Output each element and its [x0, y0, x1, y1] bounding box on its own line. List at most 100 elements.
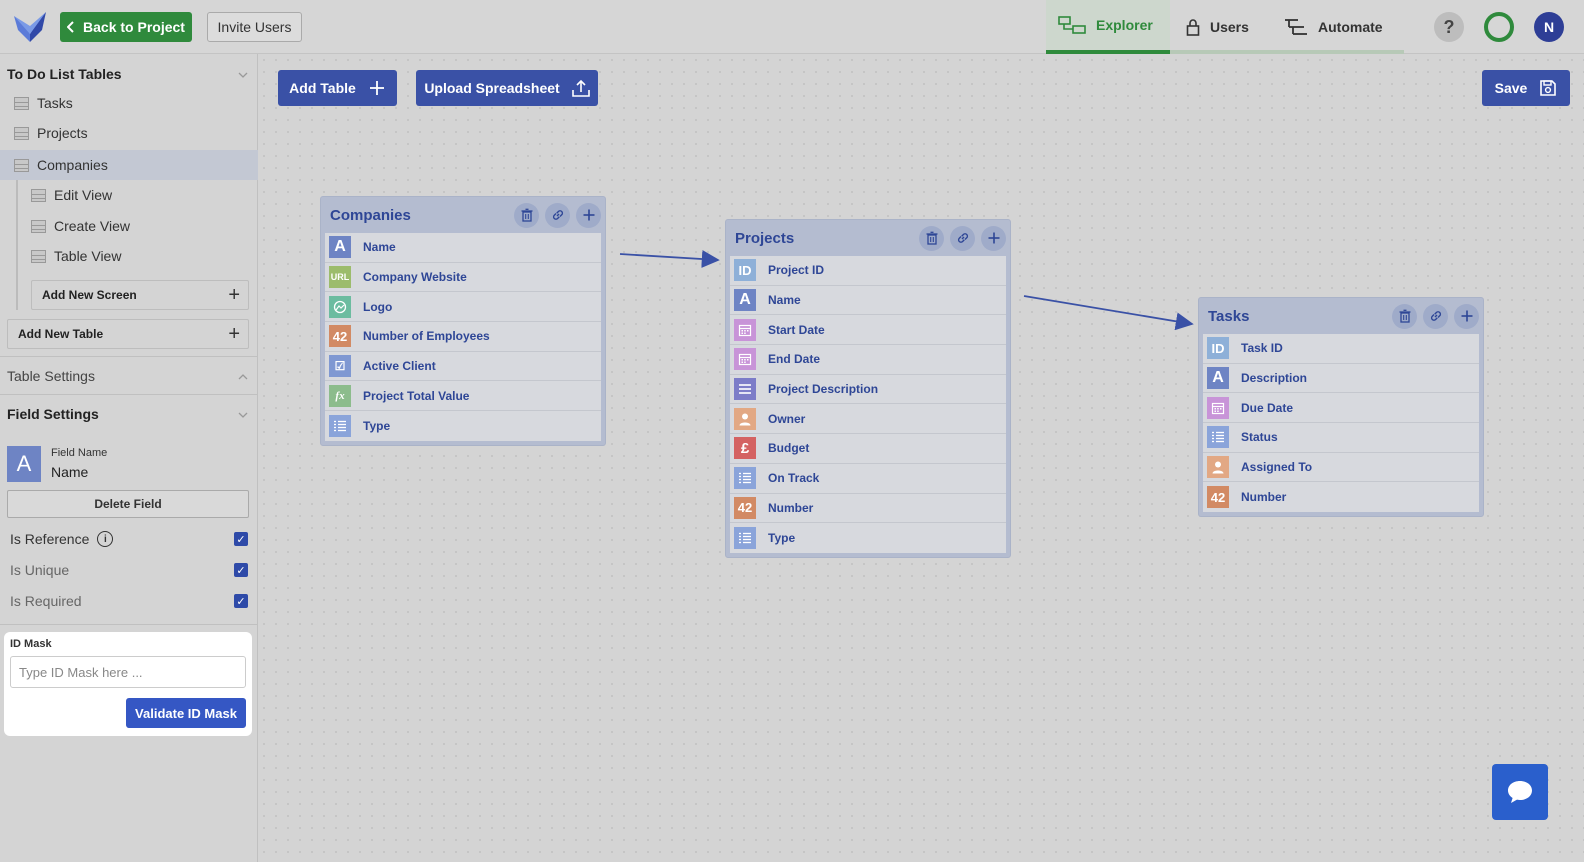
chevron-down-icon[interactable] — [238, 70, 248, 80]
field-row[interactable]: ☑ Active Client — [325, 352, 601, 382]
field-name: Budget — [768, 441, 810, 456]
field-row[interactable]: A Name — [325, 233, 601, 263]
field-row[interactable]: URL Company Website — [325, 263, 601, 293]
sidebar-item-table-view[interactable]: Table View — [0, 241, 258, 271]
chevron-up-icon[interactable] — [238, 372, 248, 382]
app-logo[interactable] — [14, 12, 46, 42]
sidebar-item-companies[interactable]: Companies — [0, 150, 258, 180]
avatar[interactable]: N — [1534, 12, 1564, 42]
field-row[interactable]: Logo — [325, 292, 601, 323]
table-card-title: Projects — [735, 229, 795, 247]
table-card-header[interactable]: Projects — [730, 220, 1006, 256]
field-row[interactable]: Type — [730, 523, 1006, 553]
tab-explorer[interactable]: Explorer — [1046, 0, 1170, 54]
sidebar: To Do List Tables Tasks Projects Compani… — [0, 54, 258, 862]
field-row[interactable]: ID Project ID — [730, 256, 1006, 286]
is-reference-label: Is Reference — [10, 531, 90, 547]
validate-id-mask-button[interactable]: Validate ID Mask — [126, 698, 246, 728]
tab-users[interactable]: Users — [1186, 0, 1276, 54]
field-name: Project Description — [768, 382, 879, 397]
tab-explorer-label: Explorer — [1096, 17, 1153, 33]
sidebar-item-create-view[interactable]: Create View — [0, 211, 258, 241]
chat-button[interactable] — [1492, 764, 1548, 820]
delete-table-button[interactable] — [1392, 303, 1417, 329]
sidebar-item-label: Companies — [37, 157, 108, 173]
table-card-tasks[interactable]: Tasks ID Task ID A Description Due Date Status… — [1198, 297, 1484, 518]
field-type-glyph: A — [739, 291, 751, 309]
link-table-button[interactable] — [1423, 303, 1448, 329]
link-icon — [956, 231, 970, 245]
add-field-button[interactable] — [576, 202, 601, 228]
table-card-actions — [919, 225, 1006, 251]
field-name: Start Date — [768, 322, 825, 337]
field-row[interactable]: On Track — [730, 464, 1006, 494]
add-new-table-button[interactable]: Add New Table + — [7, 319, 249, 349]
field-row[interactable]: Owner — [730, 404, 1006, 435]
add-field-button[interactable] — [981, 225, 1006, 251]
tab-automate[interactable]: Automate — [1284, 0, 1404, 54]
field-settings-header[interactable]: Field Settings — [7, 406, 99, 422]
field-row[interactable]: Status — [1203, 423, 1479, 453]
status-indicator-icon[interactable] — [1484, 12, 1514, 42]
is-required-checkbox[interactable]: ✓ — [234, 594, 248, 608]
field-row[interactable]: 42 Number — [730, 494, 1006, 524]
add-field-button[interactable] — [1454, 303, 1479, 329]
table-card-companies[interactable]: Companies A Name URL Company Website Logo 42 Nu… — [320, 196, 606, 446]
validate-id-mask-label: Validate ID Mask — [135, 705, 237, 721]
id-mask-label: ID Mask — [10, 638, 52, 650]
schema-canvas[interactable]: Add Table Upload Spreadsheet Save Compan… — [258, 54, 1584, 862]
add-new-screen-button[interactable]: Add New Screen + — [31, 280, 249, 310]
link-icon — [551, 208, 565, 222]
field-row[interactable]: Start Date — [730, 315, 1006, 346]
id-mask-input[interactable] — [10, 656, 246, 688]
sidebar-item-tasks[interactable]: Tasks — [0, 88, 258, 118]
list-field-icon — [329, 414, 351, 437]
field-row[interactable]: ID Task ID — [1203, 334, 1479, 364]
delete-table-button[interactable] — [919, 225, 944, 251]
field-type-glyph: 42 — [332, 328, 348, 344]
field-row[interactable]: Due Date — [1203, 393, 1479, 424]
delete-table-button[interactable] — [514, 202, 539, 228]
is-unique-row: Is Unique ✓ — [10, 559, 250, 581]
table-card-header[interactable]: Tasks — [1203, 298, 1479, 334]
sidebar-item-label: Edit View — [54, 187, 113, 203]
field-row[interactable]: A Description — [1203, 364, 1479, 394]
sidebar-item-edit-view[interactable]: Edit View — [0, 180, 258, 210]
table-card-actions — [514, 202, 601, 228]
number-field-icon: 42 — [329, 325, 351, 348]
table-settings-header[interactable]: Table Settings — [7, 368, 95, 384]
tables-section-title[interactable]: To Do List Tables — [7, 66, 122, 82]
sidebar-item-projects[interactable]: Projects — [0, 118, 258, 148]
user-field-icon — [1207, 456, 1229, 479]
table-card-header[interactable]: Companies — [325, 197, 601, 233]
link-table-button[interactable] — [950, 225, 975, 251]
help-icon: ? — [1443, 16, 1455, 37]
field-row[interactable]: Project Description — [730, 375, 1006, 405]
text-field-icon: A — [1207, 367, 1229, 390]
is-reference-row: Is Reference i ✓ — [10, 528, 250, 550]
field-row[interactable]: 42 Number of Employees — [325, 322, 601, 352]
delete-field-button[interactable]: Delete Field — [7, 490, 249, 518]
field-row[interactable]: End Date — [730, 345, 1006, 375]
info-icon[interactable]: i — [97, 531, 114, 547]
help-button[interactable]: ? — [1434, 12, 1464, 42]
field-list: ID Task ID A Description Due Date Status Assig… — [1203, 334, 1479, 513]
is-unique-checkbox[interactable]: ✓ — [234, 563, 248, 577]
field-row[interactable]: £ Budget — [730, 434, 1006, 464]
invite-users-button[interactable]: Invite Users — [207, 12, 302, 42]
chevron-down-icon[interactable] — [238, 410, 248, 420]
field-row[interactable]: A Name — [730, 286, 1006, 316]
number-field-icon: 42 — [1207, 486, 1229, 509]
is-reference-checkbox[interactable]: ✓ — [234, 532, 248, 546]
list-field-icon — [734, 527, 756, 550]
field-row[interactable]: fx Project Total Value — [325, 381, 601, 412]
table-card-projects[interactable]: Projects ID Project ID A Name Start Date End D… — [725, 219, 1011, 558]
field-row[interactable]: Type — [325, 411, 601, 441]
field-type-glyph: fx — [335, 389, 345, 402]
link-table-button[interactable] — [545, 202, 570, 228]
field-row[interactable]: 42 Number — [1203, 482, 1479, 512]
field-row[interactable]: Assigned To — [1203, 453, 1479, 483]
table-card-actions — [1392, 303, 1479, 329]
plus-icon: + — [228, 284, 240, 306]
back-to-project-button[interactable]: Back to Project — [60, 12, 192, 42]
